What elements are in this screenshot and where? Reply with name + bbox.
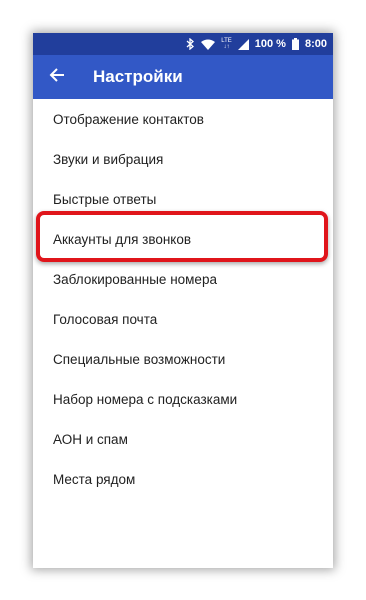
settings-item-label: Места рядом	[53, 471, 136, 487]
status-bar: LTE ↓↑ 100 % 8:00	[33, 33, 333, 55]
data-arrows-icon: ↓↑	[223, 44, 230, 50]
settings-item-label: Набор номера с подсказками	[53, 391, 238, 407]
settings-item-quick-responses[interactable]: Быстрые ответы	[33, 179, 333, 219]
settings-item-voicemail[interactable]: Голосовая почта	[33, 299, 333, 339]
battery-percent: 100 %	[254, 38, 286, 50]
bluetooth-icon	[186, 38, 195, 50]
settings-item-contact-display[interactable]: Отображение контактов	[33, 99, 333, 139]
settings-item-label: Быстрые ответы	[53, 191, 157, 207]
phone-screen: LTE ↓↑ 100 % 8:00 Настройки Отображение …	[33, 33, 333, 568]
settings-item-label: АОН и спам	[53, 431, 128, 447]
clock: 8:00	[304, 38, 327, 50]
settings-item-label: Заблокированные номера	[53, 271, 217, 287]
settings-list: Отображение контактов Звуки и вибрация Б…	[33, 99, 333, 499]
settings-item-calling-accounts[interactable]: Аккаунты для звонков	[33, 219, 333, 259]
app-bar: Настройки	[33, 55, 333, 99]
settings-item-label: Звуки и вибрация	[53, 151, 164, 167]
back-button[interactable]	[33, 55, 81, 99]
settings-item-label: Отображение контактов	[53, 111, 204, 127]
settings-item-blocked-numbers[interactable]: Заблокированные номера	[33, 259, 333, 299]
arrow-back-icon	[49, 67, 65, 88]
settings-item-accessibility[interactable]: Специальные возможности	[33, 339, 333, 379]
wifi-icon	[201, 39, 216, 50]
lte-indicator: LTE ↓↑	[221, 38, 232, 50]
settings-item-label: Специальные возможности	[53, 351, 226, 367]
settings-item-label: Голосовая почта	[53, 311, 158, 327]
cell-signal-icon	[237, 38, 249, 50]
settings-item-sounds-vibration[interactable]: Звуки и вибрация	[33, 139, 333, 179]
settings-item-label: Аккаунты для звонков	[53, 231, 192, 247]
battery-icon	[291, 38, 299, 50]
page-title: Настройки	[93, 67, 183, 86]
settings-item-assisted-dialing[interactable]: Набор номера с подсказками	[33, 379, 333, 419]
settings-item-nearby-places[interactable]: Места рядом	[33, 459, 333, 499]
settings-item-caller-id-spam[interactable]: АОН и спам	[33, 419, 333, 459]
